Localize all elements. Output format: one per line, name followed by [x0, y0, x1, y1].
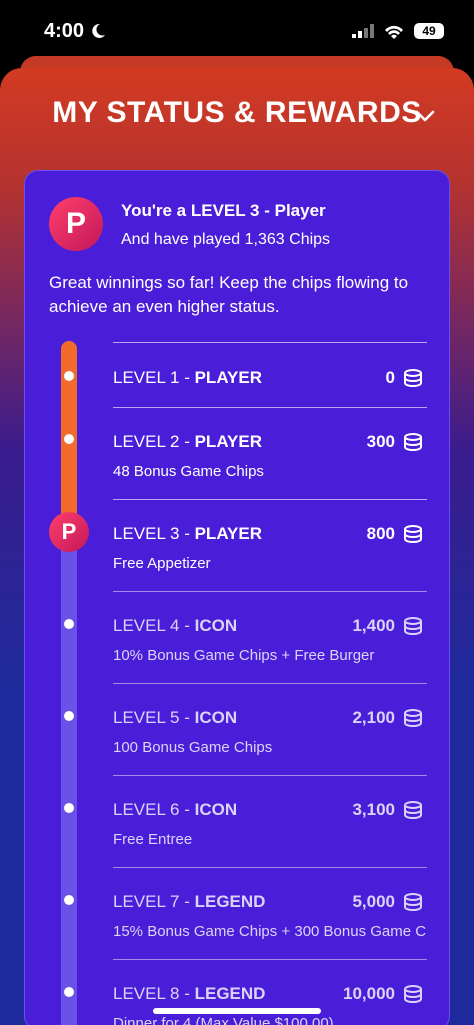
- level-chips: 10,000: [343, 984, 423, 1004]
- level-chips: 5,000: [352, 892, 423, 912]
- level-chips: 300: [367, 432, 423, 452]
- level-node: [64, 711, 74, 721]
- level-chips: 0: [386, 368, 423, 388]
- status-icons: 49: [352, 23, 444, 39]
- level-prefix: LEVEL 6 -: [113, 800, 195, 819]
- signal-icon: [352, 24, 374, 38]
- level-reward: Free Entree: [113, 831, 193, 848]
- chips-icon: [404, 433, 422, 451]
- level-name: LEVEL 5 - ICON: [113, 708, 237, 728]
- level-reward: Free Appetizer: [113, 555, 211, 572]
- chips-icon: [404, 893, 422, 911]
- level-node: [64, 803, 74, 813]
- level-row-4: LEVEL 4 - ICON 1,400 10% Bonus Game Chip…: [113, 591, 427, 683]
- level-reward: 10% Bonus Game Chips + Free Burger: [113, 647, 375, 664]
- status-message: Great winnings so far! Keep the chips fl…: [49, 273, 409, 316]
- chips-icon: [404, 369, 422, 387]
- chips-value: 3,100: [352, 800, 395, 819]
- chips-icon: [404, 985, 422, 1003]
- chips-value: 0: [385, 368, 395, 387]
- wifi-icon: [385, 25, 403, 39]
- status-time: 4:00: [44, 20, 106, 43]
- level-prefix: LEVEL 8 -: [113, 984, 195, 1003]
- chips-value: 2,100: [352, 708, 395, 727]
- level-prefix: LEVEL 2 -: [113, 432, 195, 451]
- chevron-down-icon[interactable]: [413, 104, 437, 128]
- chips-icon: [404, 525, 422, 543]
- avatar: P: [49, 197, 103, 251]
- level-row-6: LEVEL 6 - ICON 3,100 Free Entree: [113, 775, 427, 867]
- level-reward: 48 Bonus Game Chips: [113, 463, 264, 480]
- level-node: [64, 434, 74, 444]
- level-row-8: LEVEL 8 - LEGEND 10,000 Dinner for 4 (Ma…: [113, 959, 427, 1025]
- chips-icon: [404, 709, 422, 727]
- chips-icon: [404, 617, 422, 635]
- chips-value: 300: [366, 432, 395, 451]
- page-title: MY STATUS & REWARDS: [52, 96, 422, 129]
- level-chips: 800: [367, 524, 423, 544]
- battery-indicator: 49: [414, 23, 444, 39]
- level-tier: LEGEND: [194, 984, 266, 1003]
- level-tier: ICON: [194, 616, 238, 635]
- level-reward: 100 Bonus Game Chips: [113, 739, 273, 756]
- level-prefix: LEVEL 4 -: [113, 616, 195, 635]
- home-indicator[interactable]: [153, 1008, 321, 1014]
- level-prefix: LEVEL 3 -: [113, 524, 195, 543]
- level-chips: 2,100: [352, 708, 423, 728]
- clock: 4:00: [44, 19, 85, 42]
- level-prefix: LEVEL 7 -: [113, 892, 195, 911]
- level-tier: ICON: [194, 708, 238, 727]
- level-row-7: LEVEL 7 - LEGEND 5,000 15% Bonus Game Ch…: [113, 867, 427, 959]
- level-name: LEVEL 8 - LEGEND: [113, 984, 265, 1004]
- chips-value: 10,000: [343, 984, 395, 1003]
- status-bar: 4:00 49: [0, 0, 474, 62]
- moon-icon: [92, 23, 106, 38]
- level-reward: 15% Bonus Game Chips + 300 Bonus Game C: [113, 923, 427, 940]
- level-tier: PLAYER: [194, 368, 262, 387]
- chips-value: 800: [366, 524, 395, 543]
- level-row-2: LEVEL 2 - PLAYER 300 48 Bonus Game Chips: [113, 407, 427, 499]
- level-row-1: LEVEL 1 - PLAYER 0: [113, 342, 427, 408]
- level-prefix: LEVEL 5 -: [113, 708, 195, 727]
- level-tier: PLAYER: [194, 432, 262, 451]
- level-node: [64, 895, 74, 905]
- level-row-5: LEVEL 5 - ICON 2,100 100 Bonus Game Chip…: [113, 683, 427, 775]
- chips-icon: [404, 801, 422, 819]
- chips-value: 1,400: [352, 616, 395, 635]
- level-node: [64, 987, 74, 997]
- level-tier: PLAYER: [194, 524, 262, 543]
- current-level-marker: P: [49, 512, 89, 552]
- level-name: LEVEL 7 - LEGEND: [113, 892, 265, 912]
- level-tier: LEGEND: [194, 892, 266, 911]
- status-card: P You're a LEVEL 3 - Player And have pla…: [24, 170, 450, 1025]
- level-name: LEVEL 2 - PLAYER: [113, 432, 262, 452]
- level-chips: 1,400: [352, 616, 423, 636]
- level-chips: 3,100: [352, 800, 423, 820]
- level-tier: ICON: [194, 800, 238, 819]
- level-row-3: LEVEL 3 - PLAYER 800 Free Appetizer: [113, 499, 427, 591]
- level-name: LEVEL 1 - PLAYER: [113, 368, 262, 388]
- level-node: [64, 371, 74, 381]
- level-name: LEVEL 3 - PLAYER: [113, 524, 262, 544]
- level-headline: You're a LEVEL 3 - Player: [121, 201, 326, 220]
- level-name: LEVEL 4 - ICON: [113, 616, 237, 636]
- level-prefix: LEVEL 1 -: [113, 368, 195, 387]
- level-name: LEVEL 6 - ICON: [113, 800, 237, 820]
- level-reward: Dinner for 4 (Max Value $100.00): [113, 1015, 334, 1025]
- chips-played: And have played 1,363 Chips: [121, 231, 331, 248]
- chips-value: 5,000: [352, 892, 395, 911]
- level-node: [64, 619, 74, 629]
